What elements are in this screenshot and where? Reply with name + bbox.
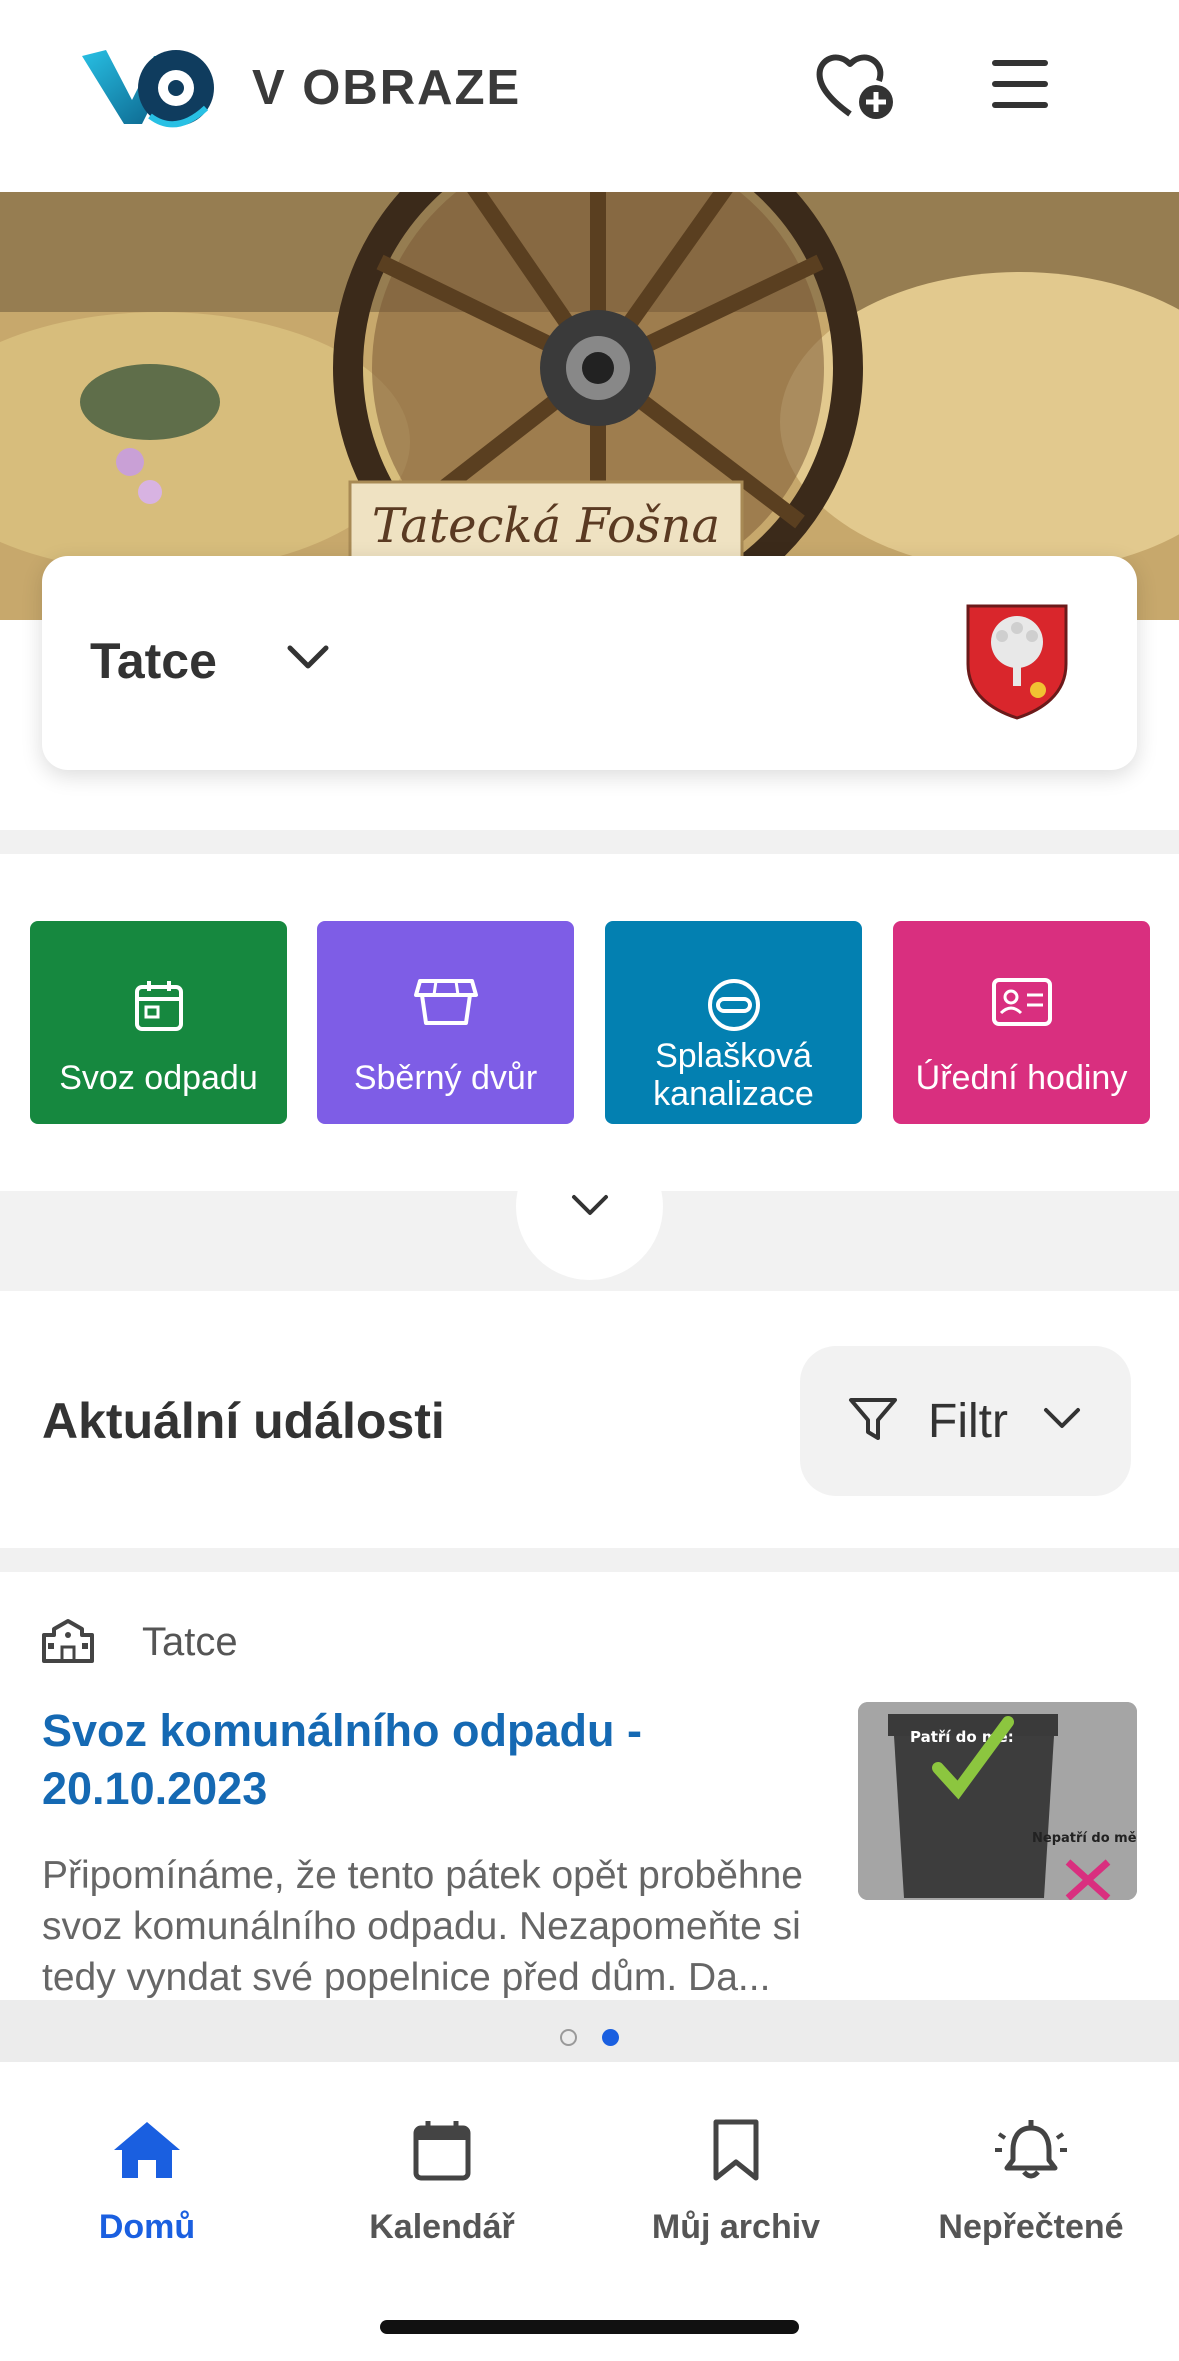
home-icon [17, 2118, 277, 2182]
bookmark-icon [606, 2118, 866, 2182]
nav-item-domu[interactable]: Domů [17, 2090, 277, 2290]
event-headline[interactable]: Svoz komunálního odpadu - 20.10.2023 [42, 1702, 842, 1818]
chevron-down-icon [1042, 1406, 1082, 1437]
brand-name: V OBRAZE [252, 61, 522, 115]
tile-splaskova-kanalizace[interactable]: Splašková kanalizace [605, 921, 862, 1124]
events-title: Aktuální události [42, 1393, 445, 1449]
coat-of-arms-icon [964, 602, 1070, 720]
tile-label: Úřední hodiny [915, 1059, 1128, 1097]
id-card-icon [893, 977, 1150, 1033]
thumb-side: Nepatří do mě: [1032, 1831, 1137, 1846]
home-indicator [380, 2320, 799, 2334]
filter-button[interactable]: Filtr [800, 1346, 1131, 1496]
expand-tiles-button[interactable] [516, 1133, 663, 1280]
pager-dot[interactable] [560, 2029, 577, 2046]
tile-label-line2: kanalizace [653, 1075, 814, 1113]
tile-label: Svoz odpadu [59, 1059, 258, 1097]
app-header: V OBRAZE [0, 0, 1179, 192]
nav-label: Nepřečtené [938, 2208, 1124, 2246]
tile-label-line1: Splašková [655, 1037, 812, 1075]
carousel-pager [0, 2000, 1179, 2062]
nav-label: Kalendář [369, 2208, 515, 2246]
hamburger-menu-icon[interactable] [988, 56, 1052, 112]
bell-icon [901, 2118, 1161, 2182]
heart-plus-icon[interactable] [814, 50, 900, 126]
bottom-nav: Domů Kalendář Můj archiv Nepřečtené [0, 2062, 1179, 2361]
filter-label: Filtr [928, 1395, 1008, 1448]
section-divider [0, 830, 1179, 854]
town-name: Tatce [90, 633, 217, 689]
event-body: Připomínáme, že tento pátek opět proběhn… [42, 1854, 803, 1999]
tile-svoz-odpadu[interactable]: Svoz odpadu [30, 921, 287, 1124]
tile-label: Sběrný dvůr [353, 1059, 538, 1097]
section-divider [0, 1548, 1179, 1572]
container-icon [317, 977, 574, 1033]
pager-dot-active[interactable] [602, 2029, 619, 2046]
tile-sberny-dvur[interactable]: Sběrný dvůr [317, 921, 574, 1124]
calendar-icon [30, 977, 287, 1033]
event-thumbnail[interactable]: Patří do mě: Nepatří do mě: [858, 1702, 1137, 1900]
town-hall-icon [40, 1617, 96, 1663]
vo-logo-icon[interactable] [80, 46, 218, 128]
nav-label: Domů [98, 2208, 196, 2246]
chevron-down-icon[interactable] [286, 642, 330, 674]
nav-item-kalendar[interactable]: Kalendář [312, 2090, 572, 2290]
filter-icon [848, 1396, 898, 1449]
tile-uredni-hodiny[interactable]: Úřední hodiny [893, 921, 1150, 1124]
chevron-down-icon [572, 1195, 608, 1215]
nav-item-neprectene[interactable]: Nepřečtené [901, 2090, 1161, 2290]
nav-label: Můj archiv [651, 2208, 821, 2246]
event-location: Tatce [142, 1620, 238, 1664]
calendar-icon [312, 2118, 572, 2182]
sewer-icon [605, 977, 862, 1033]
hero-sign-text: Tatecká Fošna [372, 498, 720, 554]
town-selector-card[interactable]: Tatce [42, 556, 1137, 770]
nav-item-muj-archiv[interactable]: Můj archiv [606, 2090, 866, 2290]
